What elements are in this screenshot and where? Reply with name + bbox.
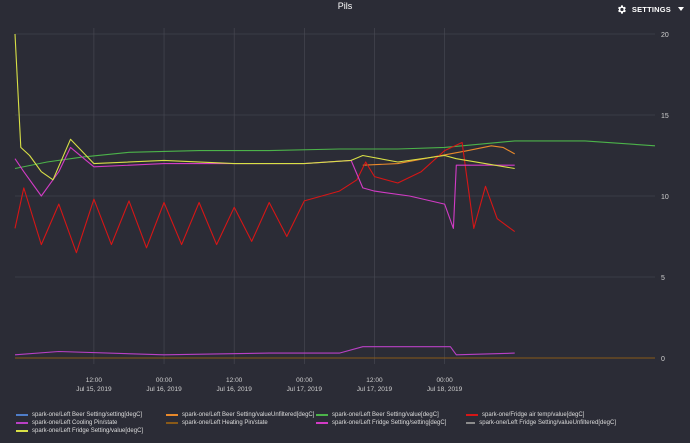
x-tick-label: 12:00 [226, 377, 243, 384]
x-tick-label: Jul 18, 2019 [427, 386, 463, 393]
x-tick-label: 12:00 [86, 377, 103, 384]
y-tick-label: 0 [661, 356, 665, 363]
legend-swatch [16, 430, 28, 432]
legend-label: spark-one/Left Beer Setting/value[degC] [332, 412, 439, 418]
legend-label: spark-one/Left Fridge Setting/setting[de… [332, 420, 447, 426]
legend-label: spark-one/Left Fridge Setting/value[degC… [32, 428, 144, 434]
y-tick-label: 20 [661, 32, 669, 39]
chart-plot: 0 5 10 15 20 12:00 Jul 15, 2019 00:00 Jul 16, 20… [14, 28, 669, 393]
x-tick-label: 00:00 [296, 377, 313, 384]
legend-label: spark-one/Left Cooling Pin/state [32, 420, 118, 426]
legend-swatch [166, 414, 178, 416]
legend-swatch [16, 414, 28, 416]
legend-label: spark-one/Left Beer Setting/setting[degC… [32, 412, 143, 418]
x-tick-label: 00:00 [156, 377, 173, 384]
series-line-4 [14, 346, 515, 356]
legend-item[interactable]: spark-one/Left Fridge Setting/valueUnfil… [466, 420, 616, 426]
legend-label: spark-one/Fridge air temp/value[degC] [482, 412, 585, 418]
legend-item[interactable]: spark-one/Left Cooling Pin/state [16, 420, 166, 426]
y-tick-label: 10 [661, 194, 669, 201]
legend-item[interactable]: spark-one/Left Fridge Setting/value[degC… [16, 428, 166, 434]
legend-swatch [166, 422, 178, 424]
legend-swatch [466, 414, 478, 416]
legend-label: spark-one/Left Fridge Setting/valueUnfil… [479, 420, 616, 426]
legend-item[interactable]: spark-one/Left Fridge Setting/setting[de… [316, 420, 466, 426]
legend-swatch [466, 422, 476, 424]
series-line-2 [14, 140, 656, 170]
x-tick-label: Jul 16, 2019 [146, 386, 182, 393]
x-tick-label: Jul 17, 2019 [287, 386, 323, 393]
legend-item[interactable]: spark-one/Left Heating Pin/state [166, 420, 316, 426]
series-line-8 [14, 33, 515, 181]
x-tick-label: 00:00 [436, 377, 453, 384]
legend-swatch [316, 422, 328, 424]
legend-item[interactable]: spark-one/Fridge air temp/value[degC] [466, 412, 616, 418]
chart-legend: spark-one/Left Beer Setting/setting[degC… [16, 412, 676, 434]
x-tick-label: Jul 17, 2019 [357, 386, 393, 393]
legend-item[interactable]: spark-one/Left Beer Setting/setting[degC… [16, 412, 166, 418]
legend-item[interactable]: spark-one/Left Beer Setting/valueUnfilte… [166, 412, 316, 418]
x-tick-label: 12:00 [366, 377, 383, 384]
y-tick-label: 5 [661, 275, 665, 282]
legend-swatch [16, 422, 28, 424]
y-tick-label: 15 [661, 113, 669, 120]
legend-item[interactable]: spark-one/Left Beer Setting/value[degC] [316, 412, 466, 418]
legend-label: spark-one/Left Beer Setting/valueUnfilte… [182, 412, 315, 418]
x-tick-label: Jul 16, 2019 [216, 386, 252, 393]
legend-label: spark-one/Left Heating Pin/state [182, 420, 268, 426]
legend-swatch [316, 414, 328, 416]
x-tick-label: Jul 15, 2019 [76, 386, 112, 393]
